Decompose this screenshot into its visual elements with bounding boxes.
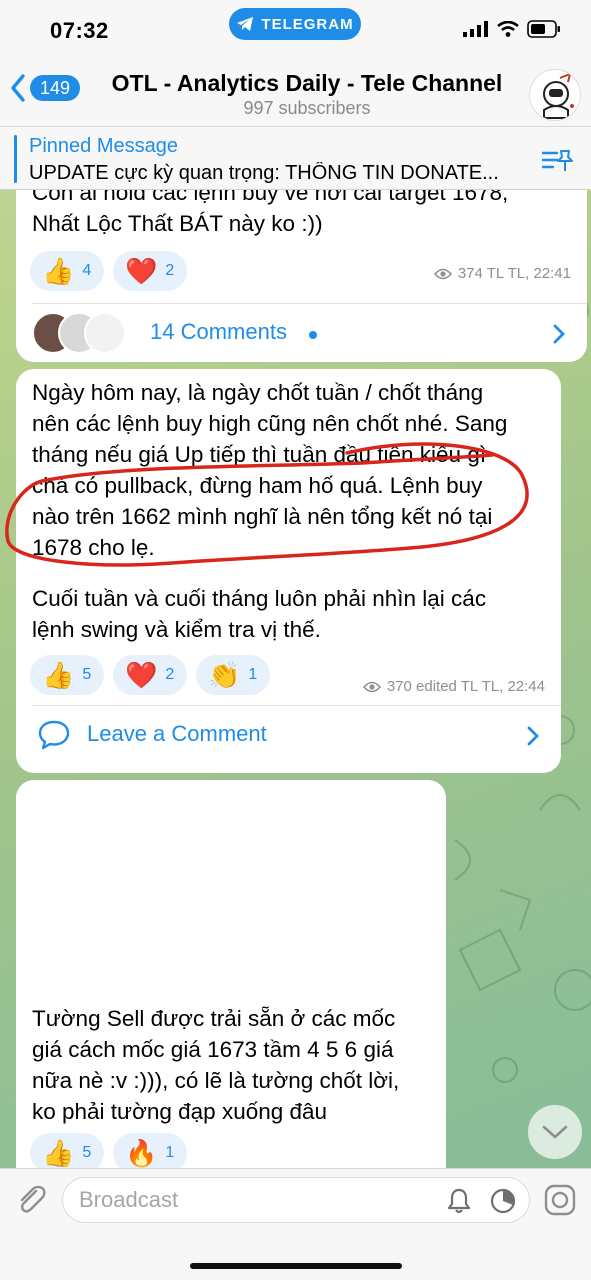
home-indicator (190, 1263, 402, 1269)
reaction-thumbs-up[interactable]: 👍 5 (30, 655, 104, 695)
signal-icon (463, 21, 488, 37)
chevron-left-icon (11, 74, 25, 102)
reaction-emoji: 👏 (208, 660, 241, 690)
post-text-line: Còn ai hold các lệnh buy về hơi cái targ… (32, 190, 509, 205)
astronaut-avatar-icon (543, 72, 574, 119)
subscriber-count: 997 subscribers (243, 98, 371, 118)
reaction-emoji: 👍 (42, 1138, 75, 1168)
reaction-count: 1 (165, 1144, 175, 1161)
reaction-clap[interactable]: 👏 1 (196, 655, 270, 695)
telegram-return-pill[interactable]: TELEGRAM (229, 8, 361, 40)
battery-icon (527, 20, 560, 38)
channel-post[interactable]: Còn ai hold các lệnh buy về hơi cái targ… (16, 190, 587, 362)
commenter-avatar (84, 312, 126, 354)
channel-post[interactable]: Tường Sell được trải sẵn ở các mốc giá c… (16, 780, 446, 1168)
broadcast-field[interactable] (62, 1177, 530, 1223)
post-text-line: lệnh swing và kiểm tra vị thế. (32, 617, 321, 642)
post-media-placeholder[interactable] (16, 780, 446, 992)
channel-post[interactable]: Ngày hôm nay, là ngày chốt tuần / chốt t… (5, 369, 561, 773)
eye-icon (433, 268, 452, 279)
new-comments-dot (309, 331, 317, 339)
reaction-emoji: 👍 (42, 256, 75, 286)
status-time: 07:32 (50, 18, 109, 43)
post-text-line: ko phải tường đạp xuống đâu (32, 1099, 328, 1124)
scroll-to-bottom-button[interactable] (528, 1105, 582, 1159)
post-meta: 374 TL TL, 22:41 (433, 265, 571, 282)
pinned-list-icon[interactable] (541, 147, 573, 173)
reaction-count: 4 (82, 262, 92, 279)
reaction-count: 2 (165, 262, 175, 279)
post-text-line: Cuối tuần và cuối tháng luôn phải nhìn l… (32, 586, 487, 611)
eye-icon (362, 681, 381, 692)
post-text-line: Tường Sell được trải sẵn ở các mốc (32, 1006, 396, 1031)
input-bar (0, 1168, 591, 1280)
reaction-count: 2 (165, 666, 175, 683)
reaction-count: 5 (82, 666, 92, 683)
reaction-emoji: ❤️ (125, 256, 158, 286)
pinned-message-bar[interactable]: Pinned Message UPDATE cực kỳ quan trọng:… (0, 126, 591, 190)
chevron-right-icon (527, 726, 539, 746)
timer-icon[interactable] (489, 1187, 517, 1215)
post-text: Tường Sell được trải sẵn ở các mốc giá c… (32, 1003, 399, 1127)
reaction-count: 1 (248, 666, 258, 683)
telegram-pill-label: TELEGRAM (261, 15, 354, 33)
back-button[interactable]: 149 (10, 74, 81, 102)
post-text-line: Nhất Lộc Thất BÁT này ko :)) (32, 211, 323, 236)
reaction-count: 5 (82, 1144, 92, 1161)
red-circle-annotation (5, 442, 529, 567)
post-meta: 370 edited TL TL, 22:44 (362, 678, 545, 695)
post-text-line: nữa nè :v :))), có lẽ là tường chốt lời, (32, 1068, 400, 1093)
post-views-time: 370 edited TL TL, 22:44 (386, 678, 545, 695)
reaction-thumbs-up[interactable]: 👍 5 (30, 1133, 104, 1168)
pinned-indicator (14, 135, 17, 183)
post-text-line: giá cách mốc giá 1673 tầm 4 5 6 giá (32, 1037, 394, 1062)
chat-header: 149 OTL - Analytics Daily - Tele Channel… (0, 52, 591, 126)
post-text: Còn ai hold các lệnh buy về hơi cái targ… (32, 190, 508, 239)
comments-count-label: 14 Comments (150, 319, 287, 344)
leave-comment-button[interactable]: Leave a Comment (16, 706, 561, 764)
channel-avatar[interactable] (529, 69, 581, 121)
comments-button[interactable]: 14 Comments (16, 304, 587, 362)
status-icons (463, 20, 561, 38)
leave-comment-label: Leave a Comment (87, 721, 267, 746)
reaction-heart[interactable]: ❤️ 2 (113, 251, 187, 291)
commenter-avatars (32, 312, 128, 354)
reaction-emoji: 👍 (42, 660, 75, 690)
chevron-right-icon (553, 324, 565, 344)
broadcast-input[interactable] (79, 1178, 429, 1222)
status-bar: 07:32 TELEGRAM (0, 0, 591, 52)
channel-title[interactable]: OTL - Analytics Daily - Tele Channel (102, 70, 512, 97)
reaction-emoji: ❤️ (125, 660, 158, 690)
telegram-plane-icon (237, 17, 254, 31)
post-text-line: Ngày hôm nay, là ngày chốt tuần / chốt t… (32, 380, 484, 405)
paperclip-icon[interactable] (14, 1183, 48, 1217)
chevron-down-icon (542, 1125, 568, 1139)
unread-count-badge: 149 (30, 75, 81, 101)
pinned-title: Pinned Message (29, 135, 178, 157)
message-list[interactable]: Còn ai hold các lệnh buy về hơi cái targ… (0, 190, 591, 1168)
post-views-time: 374 TL TL, 22:41 (457, 265, 571, 282)
reaction-fire[interactable]: 🔥 1 (113, 1133, 187, 1168)
reaction-thumbs-up[interactable]: 👍 4 (30, 251, 104, 291)
camera-icon[interactable] (543, 1183, 577, 1217)
reaction-emoji: 🔥 (125, 1138, 158, 1168)
pinned-text: UPDATE cực kỳ quan trọng: THÔNG TIN DONA… (29, 162, 499, 184)
reaction-heart[interactable]: ❤️ 2 (113, 655, 187, 695)
comment-bubble-icon (38, 720, 70, 750)
wifi-icon (497, 21, 519, 37)
bell-icon[interactable] (445, 1187, 473, 1215)
